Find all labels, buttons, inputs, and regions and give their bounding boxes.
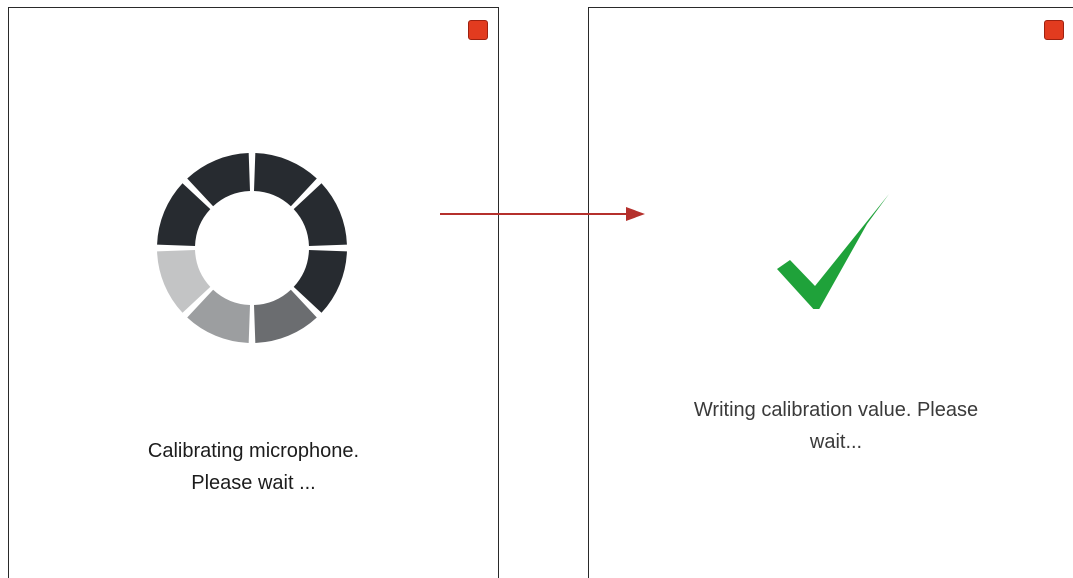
- stop-square-icon[interactable]: [1044, 20, 1064, 40]
- writing-message-line2: wait...: [809, 431, 863, 453]
- stop-square-icon[interactable]: [468, 20, 488, 40]
- calibrating-message: Calibrating microphone. Please wait ...: [9, 435, 498, 499]
- calibrating-message-line2: Please wait ...: [191, 472, 316, 494]
- writing-calibration-screen: Writing calibration value. Please wait..…: [588, 7, 1073, 578]
- loading-spinner-icon: [157, 153, 347, 343]
- checkmark-icon: [777, 194, 889, 309]
- writing-message-line1: Writing calibration value. Please: [693, 399, 979, 421]
- calibrating-screen: Calibrating microphone. Please wait ...: [8, 7, 499, 578]
- arrow-right-icon: [440, 207, 645, 221]
- writing-calibration-message: Writing calibration value. Please wait..…: [589, 394, 1073, 458]
- calibrating-message-line1: Calibrating microphone.: [147, 440, 360, 462]
